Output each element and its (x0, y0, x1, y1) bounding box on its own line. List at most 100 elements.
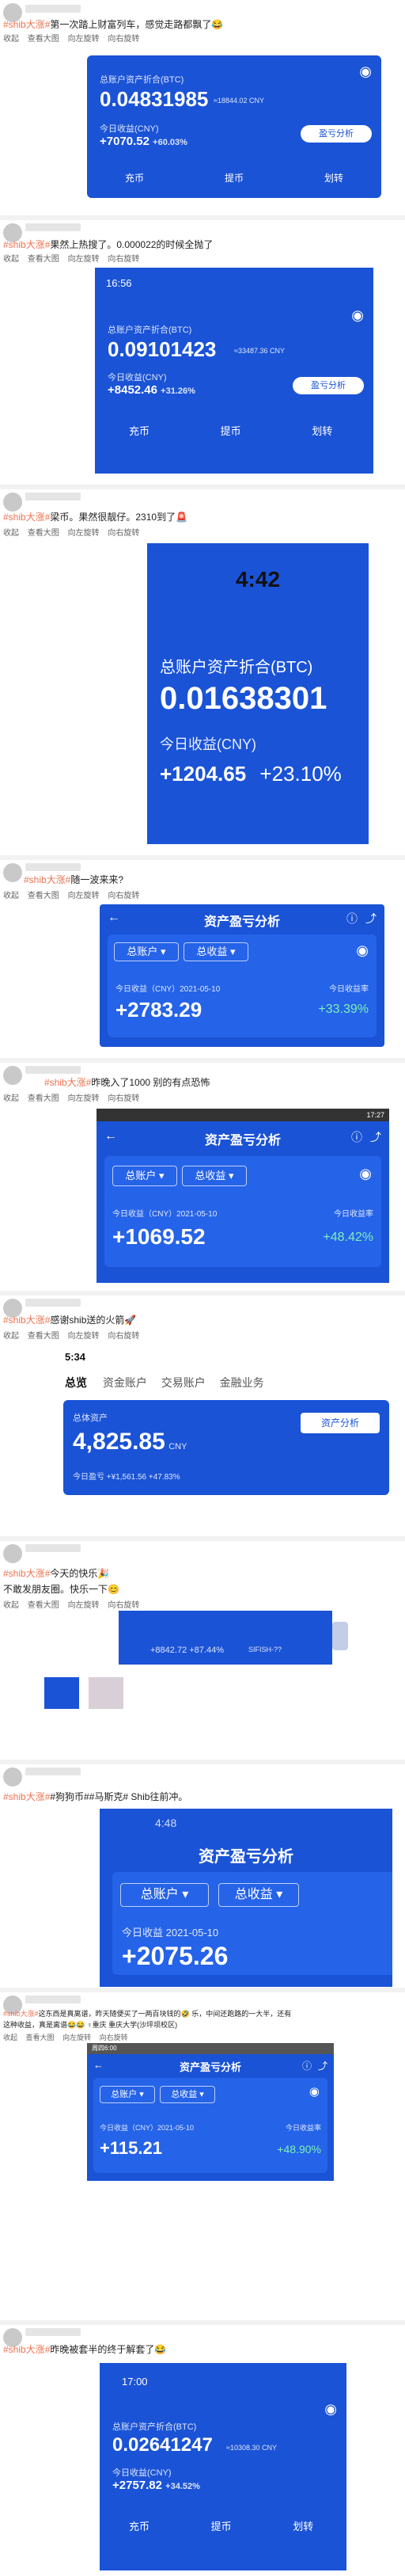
username-blurred[interactable] (25, 493, 81, 500)
collapse-button[interactable]: 收起 (3, 1094, 19, 1103)
withdraw-button[interactable]: 提币 (182, 2518, 261, 2533)
collapse-button[interactable]: 收起 (3, 1601, 19, 1610)
username-blurred[interactable] (25, 1299, 81, 1307)
rotate-left-button[interactable]: 向左旋转 (62, 2034, 91, 2041)
rotate-left-button[interactable]: 向左旋转 (68, 892, 100, 900)
rotate-right-button[interactable]: 向右旋转 (100, 2034, 128, 2041)
hashtag-link[interactable]: #shib大涨# (44, 1077, 91, 1088)
deposit-button[interactable]: 充币 (100, 2518, 179, 2533)
view-large-button[interactable]: 查看大图 (28, 1094, 59, 1103)
asset-analysis-button[interactable]: 资产分析 (301, 1413, 380, 1433)
view-large-button[interactable]: 查看大图 (28, 1332, 59, 1341)
rotate-right-button[interactable]: 向右旋转 (108, 529, 139, 538)
collapse-button[interactable]: 收起 (3, 1332, 19, 1341)
rotate-left-button[interactable]: 向左旋转 (68, 1332, 100, 1341)
view-large-button[interactable]: 查看大图 (28, 1601, 59, 1610)
thumbnail-image[interactable] (89, 1677, 123, 1709)
avatar[interactable] (3, 493, 22, 512)
rotate-right-button[interactable]: 向右旋转 (108, 255, 139, 264)
username-blurred[interactable] (25, 1767, 81, 1775)
profit-analysis-button[interactable]: 盈亏分析 (301, 125, 372, 143)
status-time: 16:56 (106, 277, 132, 289)
transfer-button[interactable]: 划转 (263, 2518, 343, 2533)
screenshot-image[interactable]: ← 资产盈亏分析 ⓘ ⤴ 总账户 ▾ 总收益 ▾ ◉ 今日收益（CNY）2021… (100, 904, 384, 1047)
account-dropdown[interactable]: 总账户 ▾ (112, 1166, 177, 1186)
share-icon[interactable]: ⤴ (365, 911, 377, 927)
username-blurred[interactable] (25, 1996, 81, 2003)
share-icon[interactable]: ⤴ (370, 1129, 381, 1145)
screenshot-image[interactable]: 周四6:00 ← 资产盈亏分析 ⓘ ⤴ 总账户 ▾ 总收益 ▾ ◉ 今日收益（C… (87, 2043, 334, 2181)
rotate-right-button[interactable]: 向右旋转 (108, 1601, 139, 1610)
help-icon[interactable]: ⓘ (351, 1129, 362, 1145)
profit-analysis-button[interactable]: 盈亏分析 (293, 377, 364, 394)
collapse-button[interactable]: 收起 (3, 255, 19, 264)
withdraw-button[interactable]: 提币 (187, 423, 275, 438)
avatar[interactable] (3, 1767, 22, 1786)
tab-trading-account[interactable]: 交易账户 (161, 1376, 206, 1389)
rotate-right-button[interactable]: 向右旋转 (108, 1332, 139, 1341)
view-large-button[interactable]: 查看大图 (28, 892, 59, 900)
rotate-left-button[interactable]: 向左旋转 (68, 1601, 100, 1610)
hashtag-link[interactable]: #shib大涨# (3, 1791, 50, 1802)
screenshot-image[interactable]: 17:00 ◉ 总账户资产折合(BTC) 0.02641247 ≈10308.3… (100, 2363, 346, 2570)
hashtag-link[interactable]: #shib大涨# (3, 1315, 50, 1326)
username-blurred[interactable] (25, 1066, 81, 1074)
income-dropdown[interactable]: 总收益 ▾ (218, 1883, 299, 1907)
screenshot-image[interactable]: 16:56 ◉ 总账户资产折合(BTC) 0.09101423 ≈33487.3… (95, 268, 373, 474)
avatar[interactable] (3, 1066, 22, 1085)
screenshot-image[interactable]: 5:34 总览 资金账户 交易账户 金融业务 总体资产 4,825.85 CNY… (57, 1345, 396, 1511)
share-icon[interactable]: ⤴ (318, 2059, 327, 2072)
deposit-button[interactable]: 充币 (95, 423, 184, 438)
rotate-right-button[interactable]: 向右旋转 (108, 35, 139, 44)
rotate-left-button[interactable]: 向左旋转 (68, 35, 100, 44)
avatar[interactable] (3, 1544, 22, 1563)
hashtag-link[interactable]: #shib大涨# (3, 2010, 39, 2018)
account-dropdown[interactable]: 总账户 ▾ (114, 942, 179, 961)
hashtag-link[interactable]: #shib大涨# (3, 512, 50, 523)
username-blurred[interactable] (25, 223, 81, 231)
avatar[interactable] (3, 863, 22, 882)
view-large-button[interactable]: 查看大图 (28, 255, 59, 264)
username-blurred[interactable] (25, 1544, 81, 1552)
collapse-button[interactable]: 收起 (3, 892, 19, 900)
tab-finance[interactable]: 金融业务 (220, 1376, 264, 1389)
help-icon[interactable]: ⓘ (346, 911, 358, 927)
transfer-button[interactable]: 划转 (278, 423, 366, 438)
rotate-left-button[interactable]: 向左旋转 (68, 1094, 100, 1103)
collapse-button[interactable]: 收起 (3, 2034, 17, 2041)
view-large-button[interactable]: 查看大图 (26, 2034, 55, 2041)
screenshot-image[interactable]: 4:42 总账户资产折合(BTC) 0.01638301 今日收益(CNY) +… (147, 543, 369, 844)
screenshot-image[interactable]: 17:27 ← 资产盈亏分析 ⓘ ⤴ 总账户 ▾ 总收益 ▾ ◉ 今日收益（CN… (97, 1109, 389, 1283)
account-dropdown[interactable]: 总账户 ▾ (100, 2086, 155, 2103)
help-icon[interactable]: ⓘ (302, 2059, 312, 2072)
screenshot-image[interactable]: +8842.72 +87.44% SIFISH-?? (119, 1611, 332, 1665)
income-dropdown[interactable]: 总收益 ▾ (182, 1166, 247, 1186)
rotate-left-button[interactable]: 向左旋转 (68, 255, 100, 264)
collapse-button[interactable]: 收起 (3, 35, 19, 44)
username-blurred[interactable] (25, 2328, 81, 2336)
income-dropdown[interactable]: 总收益 ▾ (160, 2086, 215, 2103)
hashtag-link[interactable]: #shib大涨# (3, 19, 50, 30)
transfer-button[interactable]: 划转 (286, 166, 381, 190)
view-large-button[interactable]: 查看大图 (28, 35, 59, 44)
rotate-right-button[interactable]: 向右旋转 (108, 1094, 139, 1103)
screenshot-image[interactable]: 4:48 资产盈亏分析 总账户 ▾ 总收益 ▾ 今日收益 2021-05-10 … (100, 1809, 392, 1987)
deposit-button[interactable]: 充币 (87, 166, 182, 190)
rotate-right-button[interactable]: 向右旋转 (108, 892, 139, 900)
hashtag-link[interactable]: #shib大涨# (3, 2344, 50, 2355)
thumbnail-image[interactable] (44, 1677, 79, 1709)
username-blurred[interactable] (25, 863, 81, 871)
tab-overview[interactable]: 总览 (65, 1376, 87, 1389)
screenshot-image[interactable]: ◉ 总账户资产折合(BTC) 0.04831985 ≈18844.02 CNY … (87, 48, 381, 206)
hashtag-link[interactable]: #shib大涨# (24, 874, 70, 885)
username-blurred[interactable] (25, 5, 81, 13)
withdraw-button[interactable]: 提币 (187, 166, 282, 190)
tab-funding-account[interactable]: 资金账户 (103, 1376, 147, 1389)
collapse-button[interactable]: 收起 (3, 529, 19, 538)
income-dropdown[interactable]: 总收益 ▾ (184, 942, 248, 961)
hashtag-link[interactable]: #shib大涨# (3, 239, 50, 250)
account-dropdown[interactable]: 总账户 ▾ (120, 1883, 209, 1907)
hashtag-link[interactable]: #shib大涨# (3, 1568, 50, 1579)
rotate-left-button[interactable]: 向左旋转 (68, 529, 100, 538)
view-large-button[interactable]: 查看大图 (28, 529, 59, 538)
